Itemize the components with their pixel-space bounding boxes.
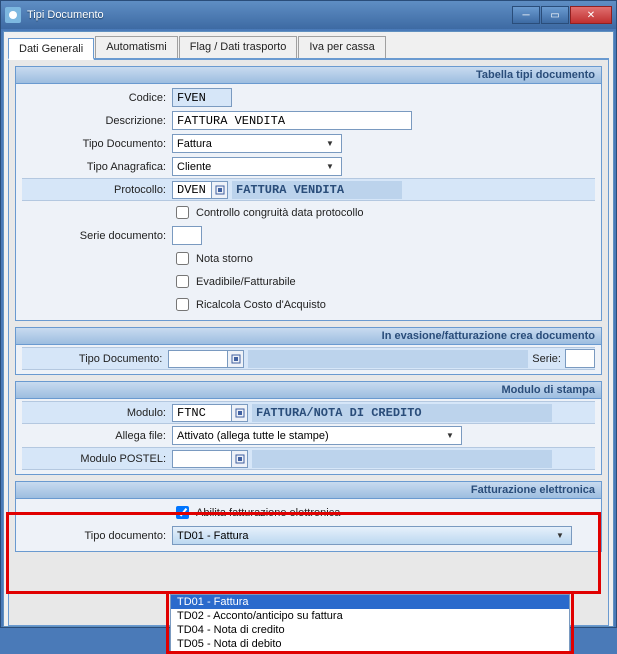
lookup-button[interactable]	[212, 181, 228, 199]
protocollo-desc: FATTURA VENDITA	[232, 181, 402, 199]
tipo-documento-fe-value: TD01 - Fattura	[177, 530, 249, 542]
panel-crea-documento: In evasione/fatturazione crea documento …	[15, 327, 602, 375]
protocollo-lookup: FATTURA VENDITA	[172, 181, 402, 199]
allega-file-value: Attivato (allega tutte le stampe)	[177, 430, 329, 442]
window-title: Tipi Documento	[27, 9, 512, 21]
panel-fatturazione-elettronica: Fatturazione elettronica Abilita fattura…	[15, 481, 602, 552]
evadibile-label: Evadibile/Fatturabile	[196, 276, 296, 288]
serie-input-2[interactable]	[565, 349, 595, 368]
tab-content: Tabella tipi documento Codice: Descrizio…	[8, 60, 609, 626]
minimize-button[interactable]: ─	[512, 6, 540, 24]
panel-header: Tabella tipi documento	[16, 67, 601, 84]
codice-input[interactable]	[172, 88, 232, 107]
titlebar: Tipi Documento ─ ▭ ✕	[1, 1, 616, 29]
window: Tipi Documento ─ ▭ ✕ Dati Generali Autom…	[0, 0, 617, 628]
dropdown-option[interactable]: TD01 - Fattura	[171, 595, 569, 609]
tab-iva-per-cassa[interactable]: Iva per cassa	[298, 36, 385, 58]
tipo-anagrafica-value: Cliente	[177, 161, 211, 173]
modulo-postel-label: Modulo POSTEL:	[22, 453, 172, 465]
allega-file-label: Allega file:	[22, 430, 172, 442]
maximize-button[interactable]: ▭	[541, 6, 569, 24]
postel-desc	[252, 450, 552, 468]
tipo-documento-fe-combo[interactable]: TD01 - Fattura ▼	[172, 526, 572, 545]
descrizione-label: Descrizione:	[22, 115, 172, 127]
tipo-documento-value: Fattura	[177, 138, 212, 150]
client-area: Dati Generali Automatismi Flag / Dati tr…	[3, 31, 614, 627]
ricalcola-checkbox[interactable]: Ricalcola Costo d'Acquisto	[172, 295, 326, 314]
postel-code-input[interactable]	[172, 450, 232, 468]
protocollo-label: Protocollo:	[22, 184, 172, 196]
window-controls: ─ ▭ ✕	[512, 6, 612, 24]
tab-automatismi[interactable]: Automatismi	[95, 36, 178, 58]
panel-header: In evasione/fatturazione crea documento	[16, 328, 601, 345]
modulo-label: Modulo:	[22, 407, 172, 419]
chevron-down-icon: ▼	[443, 431, 457, 440]
app-icon	[5, 7, 21, 23]
panel-modulo-stampa: Modulo di stampa Modulo: FATTURA/NOTA DI…	[15, 381, 602, 475]
dropdown-option[interactable]: TD04 - Nota di credito	[171, 623, 569, 637]
nota-storno-checkbox[interactable]: Nota storno	[172, 249, 253, 268]
lookup-button[interactable]	[232, 450, 248, 468]
tipo-anagrafica-combo[interactable]: Cliente ▼	[172, 157, 342, 176]
dropdown-option[interactable]: TD02 - Acconto/anticipo su fattura	[171, 609, 569, 623]
tipo-documento-fe-dropdown[interactable]: TD01 - Fattura TD02 - Acconto/anticipo s…	[170, 594, 570, 652]
ricalcola-label: Ricalcola Costo d'Acquisto	[196, 299, 326, 311]
tipo-documento-lookup	[168, 350, 528, 368]
allega-file-combo[interactable]: Attivato (allega tutte le stampe) ▼	[172, 426, 462, 445]
modulo-lookup: FATTURA/NOTA DI CREDITO	[172, 404, 552, 422]
codice-label: Codice:	[22, 92, 172, 104]
protocollo-code-input[interactable]	[172, 181, 212, 199]
chevron-down-icon: ▼	[323, 162, 337, 171]
serie-documento-input[interactable]	[172, 226, 202, 245]
tab-flag-dati-trasporto[interactable]: Flag / Dati trasporto	[179, 36, 298, 58]
dropdown-option[interactable]: TD05 - Nota di debito	[171, 637, 569, 651]
panel-header: Modulo di stampa	[16, 382, 601, 399]
tipo-documento-combo[interactable]: Fattura ▼	[172, 134, 342, 153]
abilita-fatturazione-label: Abilita fatturazione elettronica	[196, 507, 340, 519]
descrizione-input[interactable]	[172, 111, 412, 130]
panel-tabella-tipi-documento: Tabella tipi documento Codice: Descrizio…	[15, 66, 602, 321]
modulo-desc: FATTURA/NOTA DI CREDITO	[252, 404, 552, 422]
tipo-documento-desc	[248, 350, 528, 368]
evadibile-checkbox[interactable]: Evadibile/Fatturabile	[172, 272, 296, 291]
controllo-congruita-checkbox[interactable]: Controllo congruità data protocollo	[172, 203, 364, 222]
serie-label-2: Serie:	[528, 353, 565, 365]
abilita-fatturazione-checkbox[interactable]: Abilita fatturazione elettronica	[172, 503, 340, 522]
chevron-down-icon: ▼	[323, 139, 337, 148]
panel-header: Fatturazione elettronica	[16, 482, 601, 499]
modulo-postel-lookup	[172, 450, 552, 468]
modulo-code-input[interactable]	[172, 404, 232, 422]
tabstrip: Dati Generali Automatismi Flag / Dati tr…	[8, 36, 609, 60]
serie-documento-label: Serie documento:	[22, 230, 172, 242]
tipo-documento-label-4: Tipo documento:	[22, 530, 172, 542]
tab-dati-generali[interactable]: Dati Generali	[8, 38, 94, 60]
tipo-documento-code-input[interactable]	[168, 350, 228, 368]
tipo-anagrafica-label: Tipo Anagrafica:	[22, 161, 172, 173]
nota-storno-label: Nota storno	[196, 253, 253, 265]
tipo-documento-label-2: Tipo Documento:	[22, 353, 168, 365]
controllo-congruita-label: Controllo congruità data protocollo	[196, 207, 364, 219]
tipo-documento-label: Tipo Documento:	[22, 138, 172, 150]
close-button[interactable]: ✕	[570, 6, 612, 24]
chevron-down-icon: ▼	[553, 531, 567, 540]
lookup-button[interactable]	[232, 404, 248, 422]
lookup-button[interactable]	[228, 350, 244, 368]
